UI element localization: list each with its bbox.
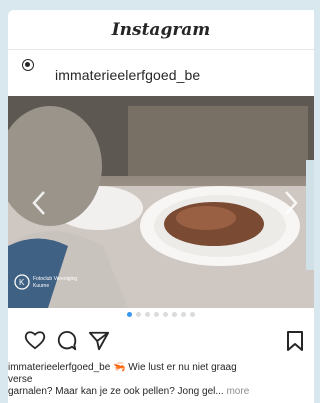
background-light bbox=[128, 106, 308, 176]
watermark-text-1: Fotoclub Vereniging bbox=[33, 276, 77, 282]
instagram-embed-card: Instagram immaterieelerfgoed_be K Fotocl… bbox=[8, 10, 314, 403]
watermark-text-2: Kuurne bbox=[33, 283, 49, 289]
carousel-dot bbox=[190, 312, 195, 317]
caption-text-2: verse bbox=[8, 374, 33, 385]
comment-icon[interactable] bbox=[56, 330, 78, 352]
avatar[interactable] bbox=[22, 59, 34, 71]
chevron-right-icon[interactable] bbox=[284, 190, 308, 215]
carousel-dot bbox=[163, 312, 168, 317]
carousel-dot bbox=[154, 312, 159, 317]
carousel-dot bbox=[136, 312, 141, 317]
bookmark-icon[interactable] bbox=[286, 330, 304, 352]
next-card-edge bbox=[306, 160, 314, 270]
carousel-dot bbox=[181, 312, 186, 317]
carousel-dots bbox=[8, 312, 314, 317]
account-row[interactable]: immaterieelerfgoed_be bbox=[8, 50, 314, 96]
more-link[interactable]: more bbox=[224, 386, 249, 397]
caption-line-3: garnalen? Maar kan je ze ook pellen? Jon… bbox=[8, 386, 314, 398]
watermark-k: K bbox=[19, 278, 25, 287]
heart-icon[interactable] bbox=[24, 330, 46, 350]
instagram-wordmark[interactable]: Instagram bbox=[112, 20, 211, 40]
chevron-left-icon[interactable] bbox=[32, 190, 56, 215]
action-bar bbox=[24, 330, 314, 354]
caption-username[interactable]: immaterieelerfgoed_be bbox=[8, 362, 110, 373]
caption-text-3: garnalen? Maar kan je ze ook pellen? Jon… bbox=[8, 386, 224, 397]
caption-text-1: 🦐 Wie lust er nu niet graag bbox=[110, 362, 237, 373]
send-icon[interactable] bbox=[88, 330, 110, 352]
post-caption: immaterieelerfgoed_be 🦐 Wie lust er nu n… bbox=[8, 362, 314, 398]
carousel-dot bbox=[145, 312, 150, 317]
embed-header: Instagram bbox=[8, 10, 314, 50]
carousel-dot bbox=[127, 312, 132, 317]
carousel-dot bbox=[172, 312, 177, 317]
shrimp-highlight bbox=[176, 206, 236, 230]
account-name[interactable]: immaterieelerfgoed_be bbox=[55, 67, 200, 83]
caption-line-1: immaterieelerfgoed_be 🦐 Wie lust er nu n… bbox=[8, 362, 314, 374]
